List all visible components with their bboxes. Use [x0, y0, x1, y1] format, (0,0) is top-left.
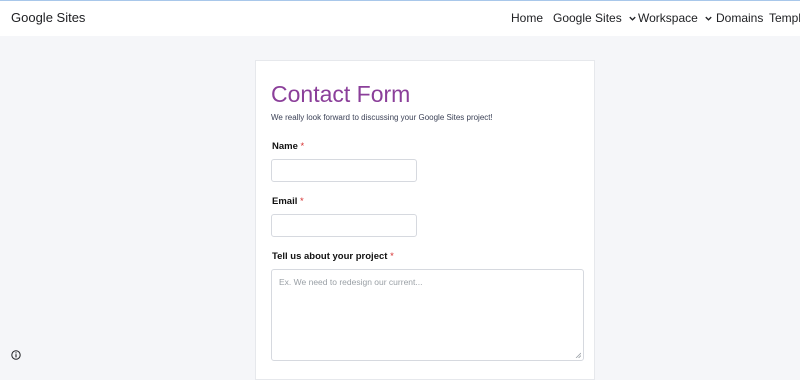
form-subtitle: We really look forward to discussing you…: [271, 113, 493, 122]
nav-domains-link[interactable]: Domains: [716, 11, 763, 25]
email-required-mark: *: [300, 196, 304, 207]
nav-templates-link[interactable]: Templ: [769, 11, 800, 25]
name-field-label: Name *: [272, 141, 304, 152]
chevron-down-icon: [629, 16, 636, 21]
name-label-text: Name: [272, 141, 298, 152]
top-navigation-bar: Google Sites Home Google Sites Workspace…: [0, 0, 800, 36]
email-field-label: Email *: [272, 196, 304, 207]
nav-workspace-menu[interactable]: Workspace: [638, 11, 713, 25]
nav-google-sites-menu[interactable]: Google Sites: [553, 11, 637, 25]
nav-domains-label: Domains: [716, 11, 764, 25]
resize-handle-icon[interactable]: [575, 352, 581, 358]
nav-workspace-label: Workspace: [638, 11, 698, 25]
project-label-text: Tell us about your project: [272, 251, 388, 262]
project-description-textarea[interactable]: Ex. We need to redesign our current...: [271, 269, 584, 361]
project-field-label: Tell us about your project *: [272, 251, 394, 262]
info-icon[interactable]: [11, 350, 21, 360]
name-required-mark: *: [300, 141, 305, 152]
email-label-text: Email: [272, 196, 298, 207]
nav-google-sites-label: Google Sites: [553, 11, 622, 25]
nav-home-label: Home: [511, 11, 544, 25]
email-input[interactable]: [271, 214, 417, 237]
name-input[interactable]: [271, 159, 417, 182]
project-placeholder: Ex. We need to redesign our current...: [279, 277, 423, 287]
chevron-down-icon: [705, 16, 712, 21]
nav-home-link[interactable]: Home: [511, 11, 543, 25]
form-title: Contact Form: [271, 81, 411, 107]
nav-templates-label: Templ: [769, 11, 800, 25]
site-brand[interactable]: Google Sites: [11, 10, 85, 25]
contact-form-card: Contact Form We really look forward to d…: [255, 60, 595, 380]
project-required-mark: *: [390, 251, 394, 262]
